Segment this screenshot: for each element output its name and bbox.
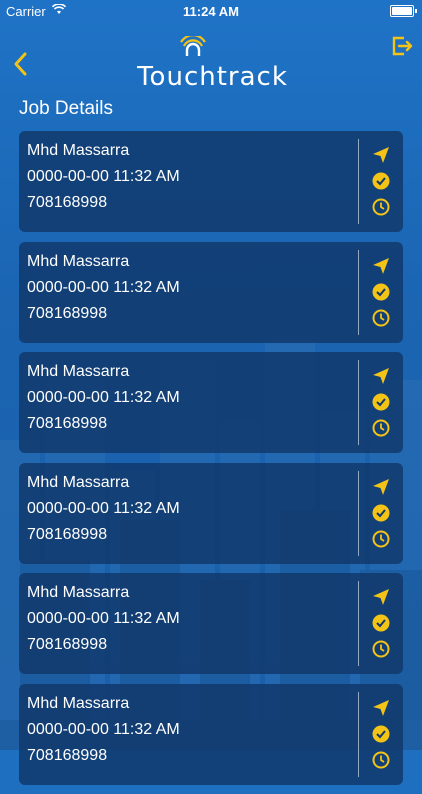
job-list: Mhd Massarra 0000-00-00 11:32 AM 7081689… bbox=[19, 131, 403, 794]
card-divider bbox=[358, 470, 359, 556]
clock-icon[interactable] bbox=[372, 751, 390, 769]
job-phone: 708168998 bbox=[27, 636, 108, 653]
card-divider bbox=[358, 581, 359, 666]
job-phone: 708168998 bbox=[27, 415, 108, 432]
check-circle-icon[interactable] bbox=[372, 172, 390, 190]
card-divider bbox=[358, 691, 359, 777]
job-card[interactable]: Mhd Massarra 0000-00-00 11:32 AM 7081689… bbox=[19, 462, 403, 564]
clock-icon[interactable] bbox=[372, 309, 390, 327]
card-divider bbox=[358, 360, 359, 445]
chevron-left-icon[interactable] bbox=[10, 50, 32, 78]
check-circle-icon[interactable] bbox=[372, 725, 390, 743]
job-phone: 708168998 bbox=[27, 525, 108, 543]
page-title: Job Details bbox=[19, 98, 113, 119]
job-phone: 708168998 bbox=[27, 194, 108, 211]
send-icon[interactable] bbox=[372, 588, 390, 606]
job-name: Mhd Massarra bbox=[27, 584, 130, 601]
job-datetime: 0000-00-00 11:32 AM bbox=[27, 168, 180, 185]
check-circle-icon[interactable] bbox=[372, 393, 390, 411]
clock-icon[interactable] bbox=[372, 198, 390, 216]
status-time: 11:24 AM bbox=[183, 4, 239, 19]
job-datetime: 0000-00-00 11:32 AM bbox=[27, 278, 180, 296]
signal-icon bbox=[180, 36, 206, 56]
job-name: Mhd Massarra bbox=[27, 142, 130, 159]
job-phone: 708168998 bbox=[27, 304, 108, 322]
card-divider bbox=[358, 139, 359, 224]
clock-icon[interactable] bbox=[372, 640, 390, 658]
job-card[interactable]: Mhd Massarra 0000-00-00 11:32 AM 7081689… bbox=[19, 573, 403, 674]
logout-icon[interactable] bbox=[390, 34, 414, 58]
job-card[interactable]: Mhd Massarra 0000-00-00 11:32 AM 7081689… bbox=[19, 131, 403, 232]
check-circle-icon[interactable] bbox=[372, 504, 390, 522]
send-icon[interactable] bbox=[372, 146, 390, 164]
logo-text: Touchtrack bbox=[137, 62, 288, 92]
job-datetime: 0000-00-00 11:32 AM bbox=[27, 610, 180, 627]
clock-icon[interactable] bbox=[372, 530, 390, 548]
job-card[interactable]: Mhd Massarra 0000-00-00 11:32 AM 7081689… bbox=[19, 352, 403, 453]
job-phone: 708168998 bbox=[27, 746, 108, 764]
job-datetime: 0000-00-00 11:32 AM bbox=[27, 389, 180, 406]
check-circle-icon[interactable] bbox=[372, 283, 390, 301]
send-icon[interactable] bbox=[372, 367, 390, 385]
job-name: Mhd Massarra bbox=[27, 694, 130, 712]
touchtrack-logo: Touchtrack bbox=[120, 36, 305, 92]
send-icon[interactable] bbox=[372, 257, 390, 275]
job-name: Mhd Massarra bbox=[27, 252, 130, 270]
job-name: Mhd Massarra bbox=[27, 473, 130, 491]
job-card[interactable]: Mhd Massarra 0000-00-00 11:32 AM 7081689… bbox=[19, 241, 403, 343]
check-circle-icon[interactable] bbox=[372, 614, 390, 632]
battery-icon bbox=[390, 5, 417, 17]
job-card[interactable]: Mhd Massarra 0000-00-00 11:32 AM 7081689… bbox=[19, 683, 403, 785]
job-datetime: 0000-00-00 11:32 AM bbox=[27, 499, 180, 517]
send-icon[interactable] bbox=[372, 699, 390, 717]
clock-icon[interactable] bbox=[372, 419, 390, 437]
job-datetime: 0000-00-00 11:32 AM bbox=[27, 720, 180, 738]
job-name: Mhd Massarra bbox=[27, 363, 130, 380]
send-icon[interactable] bbox=[372, 478, 390, 496]
card-divider bbox=[358, 249, 359, 335]
status-bar: Carrier 11:24 AM bbox=[0, 0, 422, 22]
